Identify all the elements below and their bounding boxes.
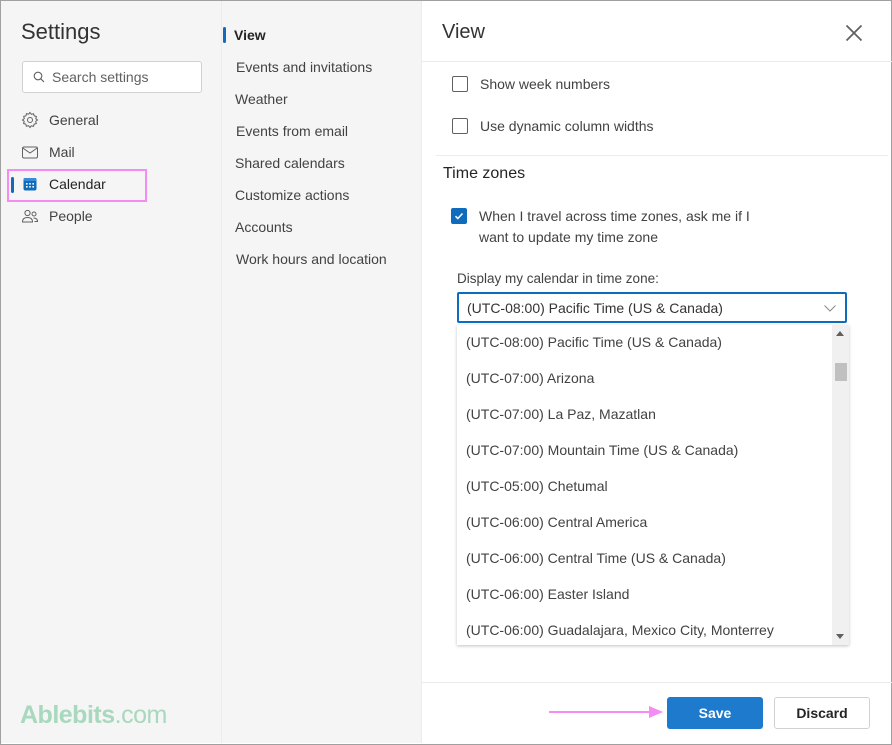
option-label-line1: When I travel across time zones, ask me … [479,208,750,224]
time-zone-dropdown-list: (UTC-08:00) Pacific Time (US & Canada) (… [457,325,849,645]
close-icon [845,24,863,42]
option-label-line2: want to update my time zone [479,229,658,245]
nav-item-label: General [49,112,99,128]
subnav-item-customize-actions[interactable]: Customize actions [235,184,349,206]
option-travel-time-zone[interactable]: When I travel across time zones, ask me … [451,206,750,248]
selected-time-zone: (UTC-08:00) Pacific Time (US & Canada) [467,299,723,316]
footer-divider [422,682,892,683]
dropdown-option[interactable]: (UTC-06:00) Central America [466,511,647,533]
header-divider [422,61,892,62]
checkbox[interactable] [452,118,468,134]
dropdown-option[interactable]: (UTC-07:00) La Paz, Mazatlan [466,403,656,425]
scrollbar-thumb[interactable] [835,363,847,381]
ablebits-watermark: Ablebits.com [20,701,167,730]
subnav-item-events-and-invitations[interactable]: Events and invitations [236,56,372,78]
subnav-selection-indicator [223,27,226,43]
search-icon [33,71,45,83]
settings-nav-pane: Settings General Mail Calendar People Ab… [1,1,221,743]
people-icon [21,207,39,225]
gear-icon [21,111,39,129]
dropdown-scrollbar[interactable] [832,325,849,645]
subnav-item-events-from-email[interactable]: Events from email [236,120,348,142]
time-zone-select[interactable]: (UTC-08:00) Pacific Time (US & Canada) [457,292,847,323]
option-label: Use dynamic column widths [480,118,654,134]
option-dynamic-column-widths[interactable]: Use dynamic column widths [452,118,654,134]
dropdown-option[interactable]: (UTC-06:00) Easter Island [466,583,629,605]
dropdown-option[interactable]: (UTC-06:00) Guadalajara, Mexico City, Mo… [466,619,774,641]
dropdown-option[interactable]: (UTC-08:00) Pacific Time (US & Canada) [466,331,722,353]
subnav-item-work-hours-and-location[interactable]: Work hours and location [236,248,387,270]
view-settings-pane: View Show week numbers Use dynamic colum… [421,1,892,743]
discard-button[interactable]: Discard [774,697,870,729]
time-zone-label: Display my calendar in time zone: [457,271,659,286]
nav-item-people[interactable]: People [21,204,93,228]
checkbox[interactable] [452,76,468,92]
chevron-down-icon [824,305,836,312]
subnav-item-view[interactable]: View [234,24,266,46]
annotation-highlight-box [7,169,147,202]
section-divider [436,155,888,156]
settings-title: Settings [21,19,101,44]
nav-item-label: People [49,208,93,224]
close-button[interactable] [842,21,866,45]
option-label: Show week numbers [480,76,610,92]
scroll-down-arrow-icon[interactable] [836,634,844,639]
watermark-bold: Ablebits [20,701,115,729]
pane-title: View [442,21,485,43]
scroll-up-arrow-icon[interactable] [836,331,844,336]
calendar-subnav-pane: View Events and invitations Weather Even… [221,1,421,743]
search-settings-box[interactable] [22,61,202,93]
dropdown-option[interactable]: (UTC-06:00) Central Time (US & Canada) [466,547,726,569]
dropdown-option[interactable]: (UTC-07:00) Mountain Time (US & Canada) [466,439,738,461]
dropdown-option[interactable]: (UTC-07:00) Arizona [466,367,594,389]
time-zones-heading: Time zones [443,165,526,182]
subnav-item-shared-calendars[interactable]: Shared calendars [235,152,345,174]
nav-item-general[interactable]: General [21,108,99,132]
dropdown-option[interactable]: (UTC-05:00) Chetumal [466,475,608,497]
option-show-week-numbers[interactable]: Show week numbers [452,76,610,92]
option-label: When I travel across time zones, ask me … [479,206,750,248]
watermark-rest: .com [114,701,168,729]
subnav-item-weather[interactable]: Weather [235,88,288,110]
nav-item-mail[interactable]: Mail [21,140,75,164]
subnav-item-accounts[interactable]: Accounts [235,216,293,238]
checkbox-checked[interactable] [451,208,467,224]
nav-item-label: Mail [49,144,75,160]
mail-icon [21,143,39,161]
annotation-arrow-icon [549,706,663,718]
save-button[interactable]: Save [667,697,763,729]
checkmark-icon [454,212,464,220]
search-settings-input[interactable] [52,69,192,85]
